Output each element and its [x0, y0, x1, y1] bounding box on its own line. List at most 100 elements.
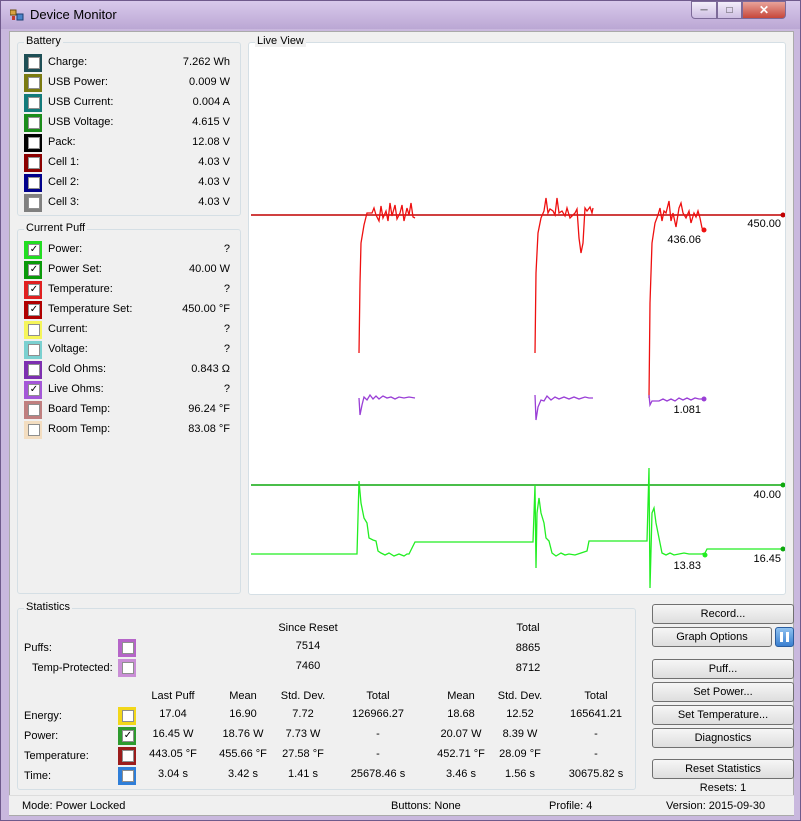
battery-row-charge: Charge: 7.262 Wh — [22, 53, 238, 73]
ohms-last-label: 1.081 — [673, 404, 701, 416]
stats-time-swatch — [118, 767, 136, 785]
temperature-last-label: 436.06 — [667, 234, 701, 246]
power-value: ? — [223, 243, 230, 255]
stats-temperature-swatch — [118, 747, 136, 765]
charge-color-swatch — [24, 54, 42, 72]
temp-protected-checkbox[interactable] — [122, 662, 134, 674]
cell-1-color-swatch — [24, 154, 42, 172]
pause-button[interactable] — [775, 627, 794, 647]
puffs-swatch — [118, 639, 136, 657]
live-ohms-checkbox[interactable]: ✓ — [28, 384, 40, 396]
pack-value: 12.08 V — [192, 136, 230, 148]
ohms-trace-2 — [534, 394, 593, 421]
current-checkbox[interactable] — [28, 324, 40, 336]
current-puff-group: Current Puff ✓ Power:? ✓ Power Set: 40.00 W ✓… — [17, 222, 241, 594]
power-checkbox[interactable]: ✓ — [28, 244, 40, 256]
power-set-marker — [780, 482, 785, 488]
device-monitor-window: Device Monitor ─ □ ✕ Battery Charge: 7.26… — [0, 0, 801, 821]
usb-current-label: USB Current: — [48, 96, 114, 108]
power-color-swatch: ✓ — [24, 241, 42, 259]
title-bar[interactable]: Device Monitor ─ □ ✕ — [1, 1, 800, 29]
puffs-checkbox[interactable] — [122, 642, 134, 654]
puff-row-temperature-set: ✓ Temperature Set: 450.00 °F — [22, 300, 238, 320]
usb-current-value: 0.004 A — [192, 96, 230, 108]
current-label: Current: — [48, 323, 88, 335]
status-version: Version: 2015-09-30 — [666, 800, 766, 812]
stats-time-label: Time: — [24, 770, 52, 782]
stats-time-cell: 30675.82 s — [568, 768, 624, 780]
cell-3-checkbox[interactable] — [28, 197, 40, 209]
cell-2-checkbox[interactable] — [28, 177, 40, 189]
cell-3-value: 4.03 V — [198, 196, 230, 208]
diagnostics-button[interactable]: Diagnostics — [652, 728, 794, 748]
record-button[interactable]: Record... — [652, 604, 794, 624]
reset-statistics-button[interactable]: Reset Statistics — [652, 759, 794, 779]
battery-row-pack: Pack: 12.08 V — [22, 133, 238, 153]
voltage-checkbox[interactable] — [28, 344, 40, 356]
app-icon — [10, 9, 24, 21]
std-dev2-header: Std. Dev. — [497, 690, 543, 702]
live-view-group: Live View 450.00 436.06 1.081 40.00 13.8… — [248, 35, 786, 595]
pack-checkbox[interactable] — [28, 137, 40, 149]
pack-label: Pack: — [48, 136, 76, 148]
client-area: Battery Charge: 7.262 Wh USB Power: 0.009 W… — [9, 31, 794, 816]
live-ohms-color-swatch: ✓ — [24, 381, 42, 399]
last-puff-header: Last Puff — [151, 690, 195, 702]
stats-temperature-cell: 28.09 °F — [499, 748, 541, 760]
charge-checkbox[interactable] — [28, 57, 40, 69]
temp-protected-total: 8712 — [515, 662, 541, 674]
stats-energy-cell: 7.72 — [292, 708, 314, 720]
stats-time-checkbox[interactable] — [122, 770, 134, 782]
temperature-checkbox[interactable]: ✓ — [28, 284, 40, 296]
room-temp-label: Room Temp: — [48, 423, 111, 435]
power-set-checkbox[interactable]: ✓ — [28, 264, 40, 276]
puff-row-live-ohms: ✓ Live Ohms:? — [22, 380, 238, 400]
close-button[interactable]: ✕ — [742, 1, 786, 19]
live-view-graph[interactable]: 450.00 436.06 1.081 40.00 13.83 16.45 — [249, 43, 785, 594]
puff-row-cold-ohms: Cold Ohms: 0.843 Ω — [22, 360, 238, 380]
stats-power-cell: 7.73 W — [285, 728, 321, 740]
power-right-label: 16.45 — [753, 553, 781, 565]
temperature-trace-3 — [648, 200, 706, 399]
stats-power-checkbox[interactable]: ✓ — [122, 730, 134, 742]
graph-options-button[interactable]: Graph Options — [652, 627, 772, 647]
room-temp-checkbox[interactable] — [28, 424, 40, 436]
stats-energy-checkbox[interactable] — [122, 710, 134, 722]
puff-row-room-temp: Room Temp: 83.08 °F — [22, 420, 238, 440]
stats-power-label: Power: — [24, 730, 59, 742]
stats-temperature-cell: 443.05 °F — [149, 748, 197, 760]
board-temp-color-swatch — [24, 401, 42, 419]
usb-voltage-label: USB Voltage: — [48, 116, 114, 128]
cold-ohms-checkbox[interactable] — [28, 364, 40, 376]
stats-temperature-checkbox[interactable] — [122, 750, 134, 762]
ohms-last-marker — [701, 396, 707, 402]
cell-1-checkbox[interactable] — [28, 157, 40, 169]
since-reset-header: Since Reset — [278, 622, 338, 634]
room-temp-value: 83.08 °F — [188, 423, 230, 435]
temperature-trace-2 — [534, 197, 594, 354]
board-temp-checkbox[interactable] — [28, 404, 40, 416]
usb-voltage-checkbox[interactable] — [28, 117, 40, 129]
stats-temperature-cell: 27.58 °F — [282, 748, 324, 760]
set-power-button[interactable]: Set Power... — [652, 682, 794, 702]
usb-power-checkbox[interactable] — [28, 77, 40, 89]
set-temperature-button[interactable]: Set Temperature... — [652, 705, 794, 725]
minimize-icon: ─ — [700, 4, 708, 16]
status-mode: Mode: Power Locked — [22, 800, 126, 812]
minimize-button[interactable]: ─ — [691, 1, 717, 19]
puff-button[interactable]: Puff... — [652, 659, 794, 679]
cell-3-label: Cell 3: — [48, 196, 80, 208]
window-controls: ─ □ ✕ — [691, 1, 786, 19]
stats-time-cell: 1.56 s — [505, 768, 535, 780]
usb-current-checkbox[interactable] — [28, 97, 40, 109]
cell-2-color-swatch — [24, 174, 42, 192]
stats-energy-swatch — [118, 707, 136, 725]
maximize-button[interactable]: □ — [717, 1, 742, 19]
temperature-set-label: 450.00 — [747, 218, 781, 230]
cold-ohms-value: 0.843 Ω — [191, 363, 230, 375]
temp-protected-swatch — [118, 659, 136, 677]
temperature-set-checkbox[interactable]: ✓ — [28, 304, 40, 316]
power-set-value: 40.00 W — [189, 263, 230, 275]
stats-energy-cell: 12.52 — [506, 708, 534, 720]
battery-row-cell-1: Cell 1: 4.03 V — [22, 153, 238, 173]
